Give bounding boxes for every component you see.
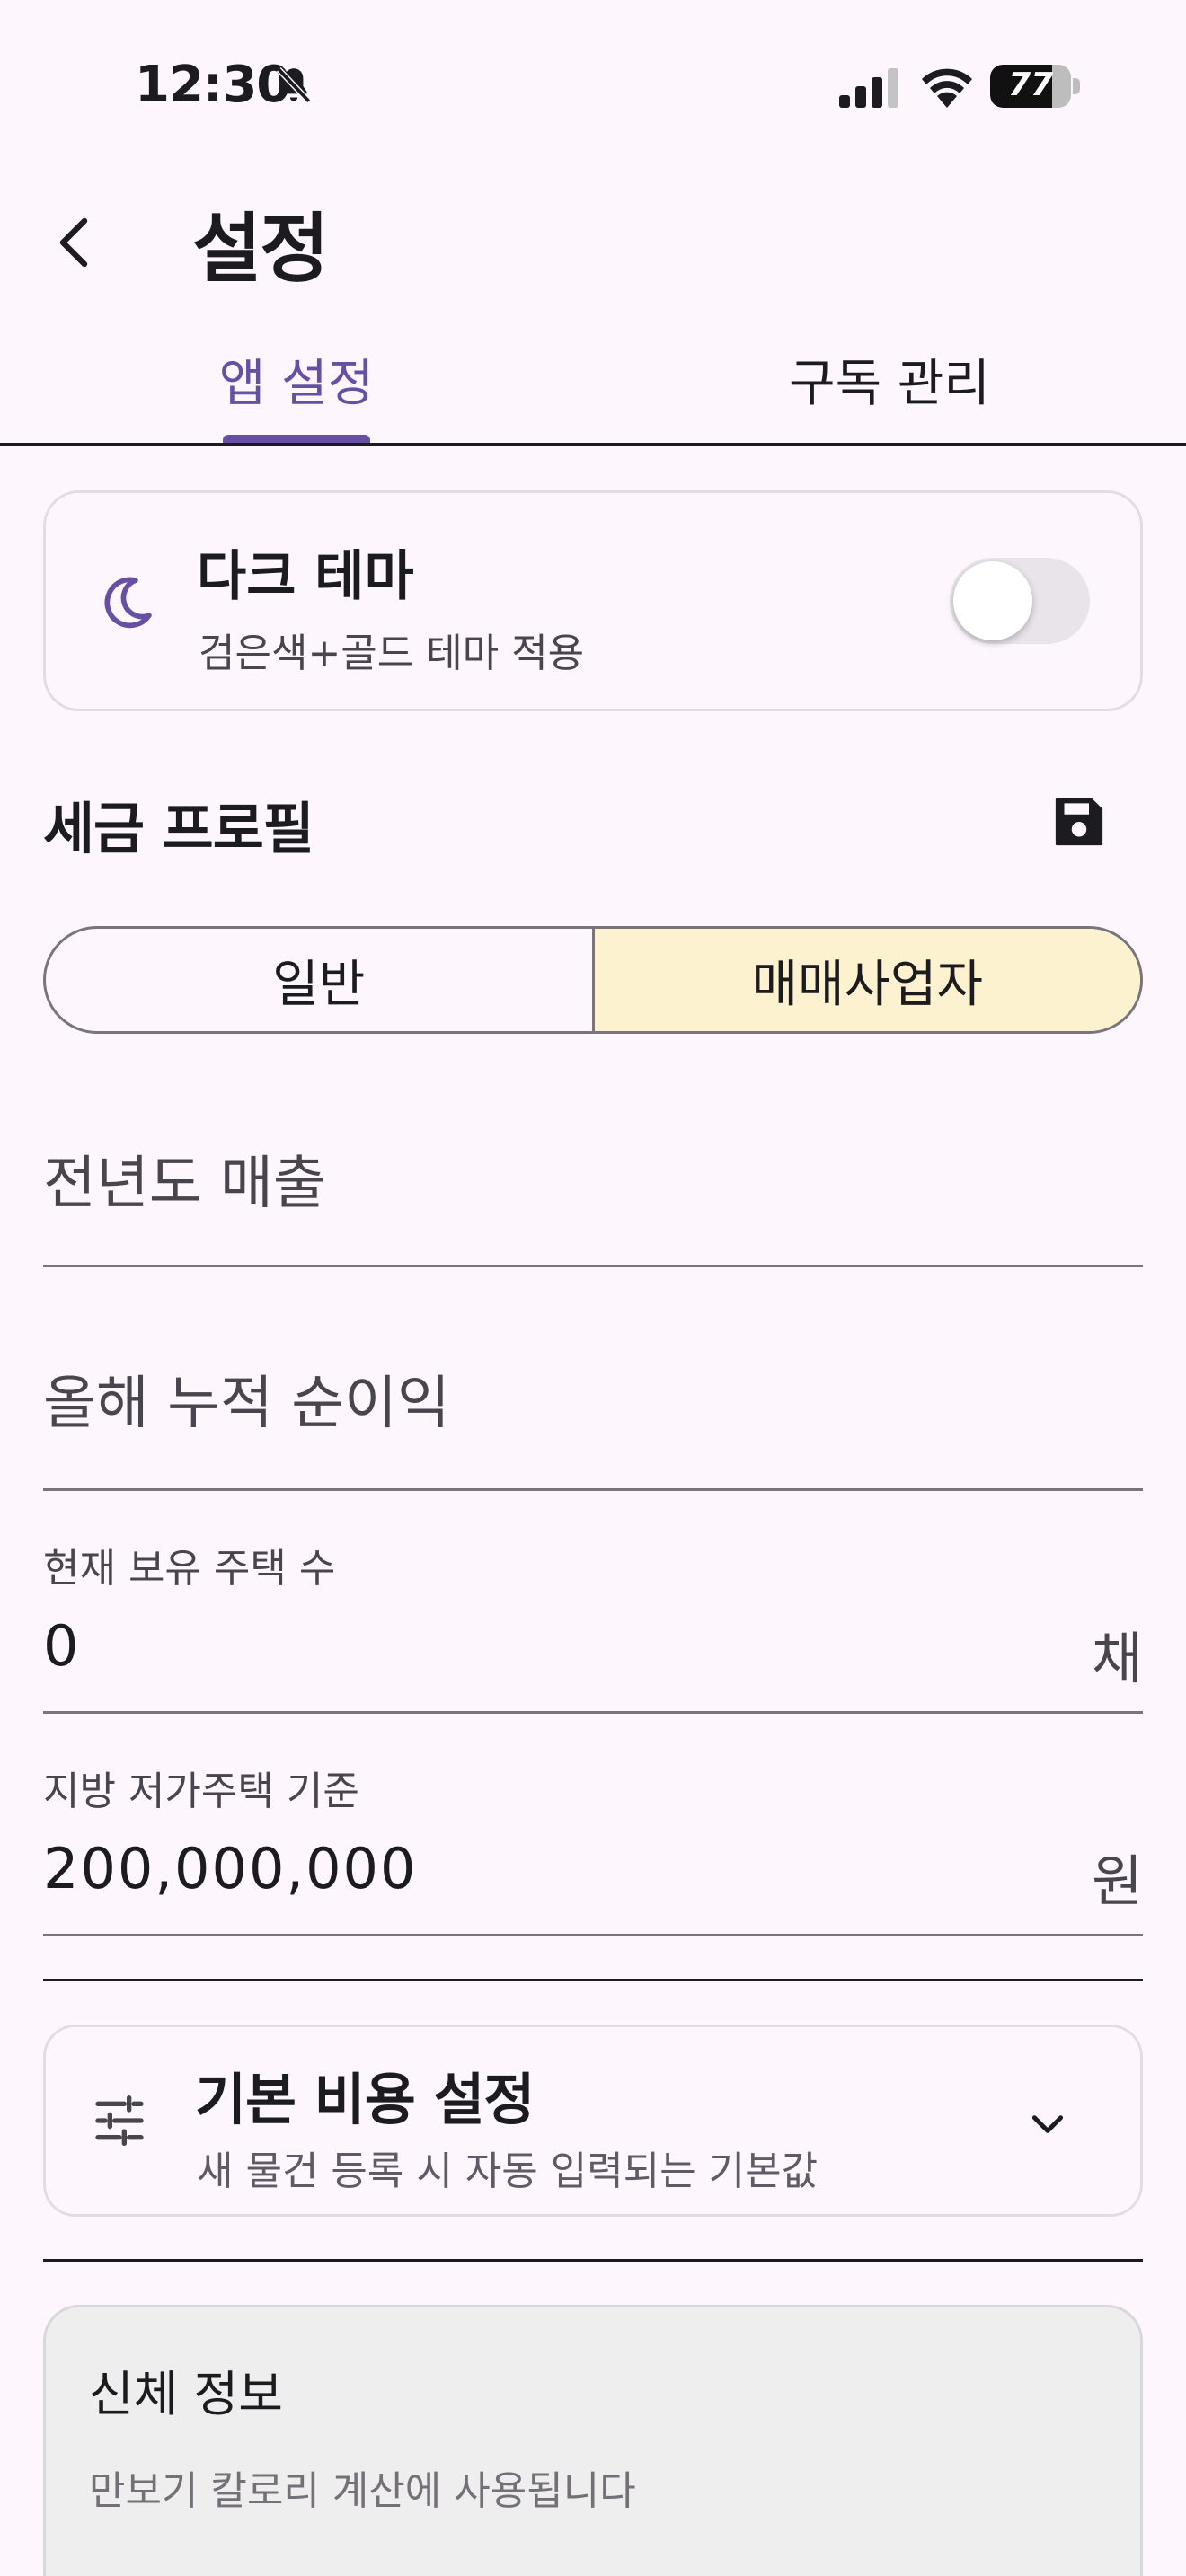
default-cost-card[interactable]: 기본 비용 설정 새 물건 등록 시 자동 입력되는 기본값 xyxy=(43,2025,1143,2217)
chevron-left-icon xyxy=(59,217,88,268)
body-info-card: 신체 정보 만보기 칼로리 계산에 사용됩니다 xyxy=(43,2305,1143,2576)
low-price-standard-value: 200,000,000 xyxy=(43,1836,418,1901)
segment-trading-business[interactable]: 매매사업자 xyxy=(594,929,1140,1031)
active-tab-indicator xyxy=(223,435,370,443)
default-cost-subtitle: 새 물건 등록 시 자동 입력되는 기본값 xyxy=(197,2148,819,2194)
tab-app-settings[interactable]: 앱 설정 xyxy=(0,334,593,442)
tax-type-segmented: 일반 매매사업자 xyxy=(43,926,1143,1034)
settings-screen: 12:30 77 설정 앱 설정 구독 관리 다크 테마 검은색+골드 테마 적… xyxy=(0,0,1186,2576)
bell-muted-icon xyxy=(276,67,312,103)
low-price-standard-label: 지방 저가주택 기준 xyxy=(43,1769,359,1814)
houses-owned-label: 현재 보유 주택 수 xyxy=(43,1546,336,1592)
prev-year-sales-field[interactable]: 전년도 매출 xyxy=(43,1083,1143,1267)
page-title: 설정 xyxy=(192,205,330,293)
section-divider xyxy=(43,2259,1143,2262)
chevron-down-icon[interactable] xyxy=(1025,2101,1070,2146)
back-button[interactable] xyxy=(43,199,108,286)
prev-year-sales-placeholder: 전년도 매출 xyxy=(43,1151,326,1217)
wifi-icon xyxy=(922,68,972,108)
houses-owned-value: 0 xyxy=(43,1613,81,1679)
segment-general[interactable]: 일반 xyxy=(46,929,595,1031)
status-bar: 12:30 77 xyxy=(0,0,1186,171)
cellular-signal-icon xyxy=(839,68,898,108)
tax-profile-title: 세금 프로필 xyxy=(43,796,314,861)
houses-owned-suffix: 채 xyxy=(1091,1626,1143,1691)
houses-owned-field[interactable]: 현재 보유 주택 수 0 채 xyxy=(43,1536,1143,1714)
default-cost-title: 기본 비용 설정 xyxy=(195,2067,535,2132)
low-price-standard-field[interactable]: 지방 저가주택 기준 200,000,000 원 xyxy=(43,1759,1143,1936)
dark-theme-title: 다크 테마 xyxy=(197,545,414,608)
moon-icon xyxy=(104,577,152,629)
dark-theme-toggle[interactable] xyxy=(950,558,1090,644)
tab-bar: 앱 설정 구독 관리 xyxy=(0,334,1186,446)
ytd-net-profit-field[interactable]: 올해 누적 순이익 xyxy=(43,1267,1143,1491)
dark-theme-card: 다크 테마 검은색+골드 테마 적용 xyxy=(43,490,1143,711)
status-time: 12:30 xyxy=(135,56,291,114)
body-info-subtitle: 만보기 칼로리 계산에 사용됩니다 xyxy=(89,2468,636,2514)
section-divider xyxy=(43,1979,1143,1981)
low-price-standard-suffix: 원 xyxy=(1091,1848,1143,1914)
save-icon[interactable] xyxy=(1049,792,1109,851)
toggle-knob xyxy=(953,561,1032,640)
tune-icon xyxy=(95,2095,144,2146)
tab-subscription[interactable]: 구독 관리 xyxy=(593,334,1186,442)
ytd-net-profit-placeholder: 올해 누적 순이익 xyxy=(43,1371,450,1437)
battery-percent: 77 xyxy=(1007,66,1054,103)
battery-indicator: 77 xyxy=(990,65,1080,108)
dark-theme-subtitle: 검은색+골드 테마 적용 xyxy=(199,631,585,676)
body-info-title: 신체 정보 xyxy=(89,2366,283,2422)
